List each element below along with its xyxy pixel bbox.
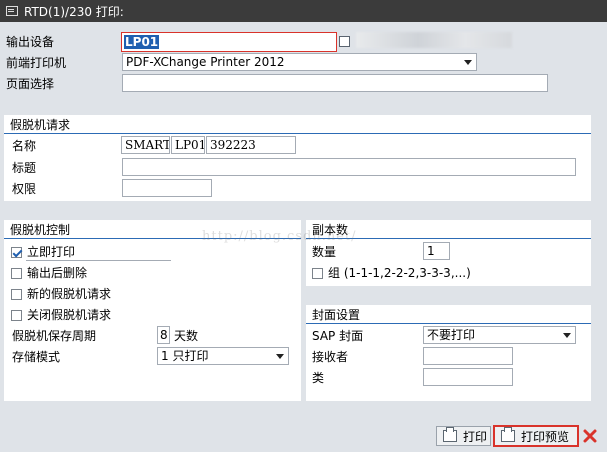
output-device-label: 输出设备 bbox=[6, 35, 55, 49]
retention-period-label: 假脱机保存周期 bbox=[12, 329, 97, 343]
authority-input[interactable] bbox=[122, 179, 212, 197]
name-part-1: SMART bbox=[125, 138, 170, 152]
output-device-value: LP01 bbox=[124, 35, 160, 49]
retention-period-value: 8 bbox=[160, 328, 168, 342]
retention-unit: 天数 bbox=[174, 329, 199, 343]
name-part-3: 392223 bbox=[210, 138, 256, 152]
cover-settings-divider bbox=[306, 323, 591, 324]
sap-cover-label: SAP 封面 bbox=[312, 329, 364, 343]
page-selection-label: 页面选择 bbox=[6, 77, 55, 91]
recipient-label: 接收者 bbox=[312, 350, 349, 364]
focus-underline bbox=[26, 260, 171, 261]
print-preview-button[interactable]: 打印预览 bbox=[493, 425, 579, 447]
name-label: 名称 bbox=[12, 139, 37, 153]
close-spool-request-checkbox[interactable] bbox=[11, 310, 22, 321]
delete-after-output-checkbox[interactable] bbox=[11, 268, 22, 279]
chevron-down-icon bbox=[276, 354, 284, 359]
printer-icon bbox=[443, 427, 457, 442]
recipient-input[interactable] bbox=[423, 347, 513, 365]
title-input[interactable] bbox=[122, 158, 576, 176]
cancel-icon[interactable] bbox=[582, 428, 598, 444]
name-part-1-field[interactable]: SMART bbox=[121, 136, 170, 154]
storage-mode-value: 1 只打印 bbox=[161, 349, 209, 363]
name-part-2: LP01 bbox=[175, 138, 205, 152]
storage-mode-select[interactable]: 1 只打印 bbox=[157, 347, 289, 365]
frontend-printer-label: 前端打印机 bbox=[6, 56, 67, 70]
spool-request-heading: 假脱机请求 bbox=[10, 118, 71, 132]
copies-count-input[interactable]: 1 bbox=[423, 242, 450, 260]
delete-after-output-label: 输出后删除 bbox=[27, 266, 88, 280]
window-titlebar: RTD(1)/230 打印: bbox=[0, 0, 607, 22]
storage-mode-label: 存储模式 bbox=[12, 350, 61, 364]
new-spool-request-label: 新的假脱机请求 bbox=[27, 287, 112, 301]
print-button[interactable]: 打印 bbox=[436, 426, 491, 446]
page-selection-input[interactable] bbox=[122, 74, 548, 92]
output-device-input[interactable]: LP01 bbox=[121, 32, 337, 52]
retention-period-input[interactable]: 8 bbox=[157, 326, 170, 344]
title-label: 标题 bbox=[12, 161, 37, 175]
copies-count-label: 数量 bbox=[312, 245, 337, 259]
close-spool-request-label: 关闭假脱机请求 bbox=[27, 308, 112, 322]
spool-control-heading: 假脱机控制 bbox=[10, 223, 71, 237]
copies-count-value: 1 bbox=[427, 244, 435, 258]
chevron-down-icon bbox=[563, 333, 571, 338]
blurred-area bbox=[356, 32, 512, 48]
print-dialog-icon bbox=[6, 6, 18, 16]
print-immediately-checkbox[interactable] bbox=[11, 247, 22, 258]
sap-cover-select[interactable]: 不要打印 bbox=[423, 326, 576, 344]
chevron-down-icon bbox=[464, 60, 472, 65]
print-preview-icon bbox=[501, 427, 515, 442]
print-preview-button-label: 打印预览 bbox=[521, 429, 570, 444]
new-spool-request-checkbox[interactable] bbox=[11, 289, 22, 300]
department-input[interactable] bbox=[423, 368, 513, 386]
print-immediately-label: 立即打印 bbox=[27, 245, 76, 259]
window-title: RTD(1)/230 打印: bbox=[24, 4, 124, 19]
sap-cover-value: 不要打印 bbox=[427, 328, 476, 342]
authority-label: 权限 bbox=[12, 182, 37, 196]
group-label: 组 (1-1-1,2-2-2,3-3-3,...) bbox=[328, 266, 471, 280]
group-checkbox[interactable] bbox=[312, 268, 323, 279]
name-part-3-field[interactable]: 392223 bbox=[206, 136, 296, 154]
cover-settings-heading: 封面设置 bbox=[312, 308, 361, 322]
department-label: 类 bbox=[312, 371, 325, 385]
frontend-printer-select[interactable]: PDF-XChange Printer 2012 bbox=[122, 53, 477, 71]
name-part-2-field[interactable]: LP01 bbox=[171, 136, 205, 154]
watermark-text: http://blog.csdn.net/ bbox=[202, 229, 357, 244]
frontend-printer-value: PDF-XChange Printer 2012 bbox=[126, 55, 285, 69]
device-search-help-icon[interactable] bbox=[339, 36, 350, 47]
spool-request-divider bbox=[4, 133, 591, 134]
print-button-label: 打印 bbox=[463, 429, 488, 444]
